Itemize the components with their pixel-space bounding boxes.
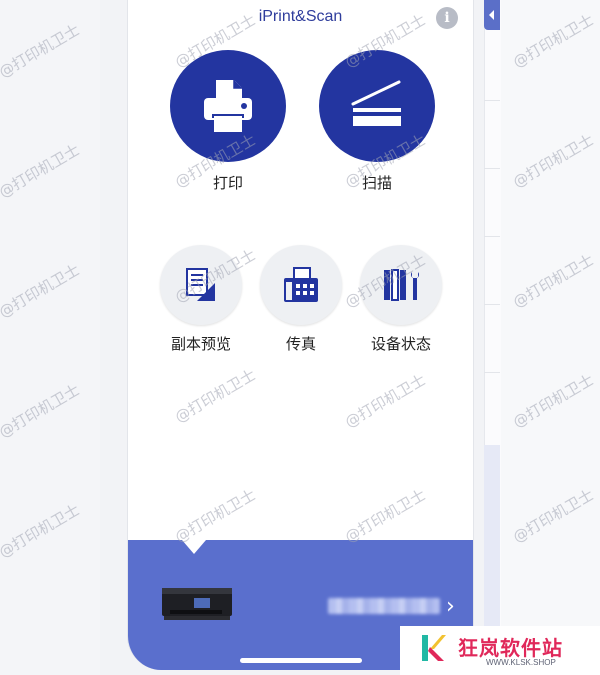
printer-thumbnail — [162, 588, 232, 620]
fax-icon — [284, 267, 318, 302]
scan-button[interactable] — [319, 50, 435, 162]
brand-name: 狂岚软件站 — [458, 636, 563, 660]
background-left — [0, 0, 100, 675]
copy-preview-icon — [186, 268, 215, 301]
scan-label: 扫描 — [361, 174, 392, 192]
divider — [484, 100, 500, 101]
bar-notch — [182, 540, 206, 554]
divider — [484, 372, 500, 373]
divider — [484, 236, 500, 237]
device-status-label: 设备状态 — [370, 335, 431, 353]
fax-button[interactable] — [260, 245, 342, 325]
chevron-right-icon[interactable]: › — [446, 596, 455, 618]
divider — [484, 304, 500, 305]
brand-url: WWW.KLSK.SHOP — [486, 658, 556, 667]
copy-preview-label: 副本预览 — [170, 335, 231, 353]
device-status-button[interactable] — [360, 245, 442, 325]
brand-logo-icon — [422, 635, 446, 661]
side-panel — [484, 0, 600, 675]
print-button[interactable] — [170, 50, 286, 162]
home-indicator — [240, 658, 362, 663]
device-status-icon — [384, 269, 419, 301]
app-screen: iPrint&Scan i 打印 扫描 副本预览 传真 设备状态 › — [127, 0, 474, 670]
info-icon[interactable]: i — [436, 7, 458, 29]
divider — [484, 168, 500, 169]
fax-label: 传真 — [285, 335, 316, 353]
print-label: 打印 — [212, 174, 243, 192]
scanner-icon — [351, 80, 401, 126]
brand-badge: 狂岚软件站 WWW.KLSK.SHOP — [400, 626, 600, 675]
copy-preview-button[interactable] — [160, 245, 242, 325]
app-title: iPrint&Scan — [258, 8, 343, 25]
collapse-tab[interactable] — [484, 0, 500, 30]
device-name-redacted — [328, 598, 440, 614]
printer-icon — [204, 80, 252, 132]
